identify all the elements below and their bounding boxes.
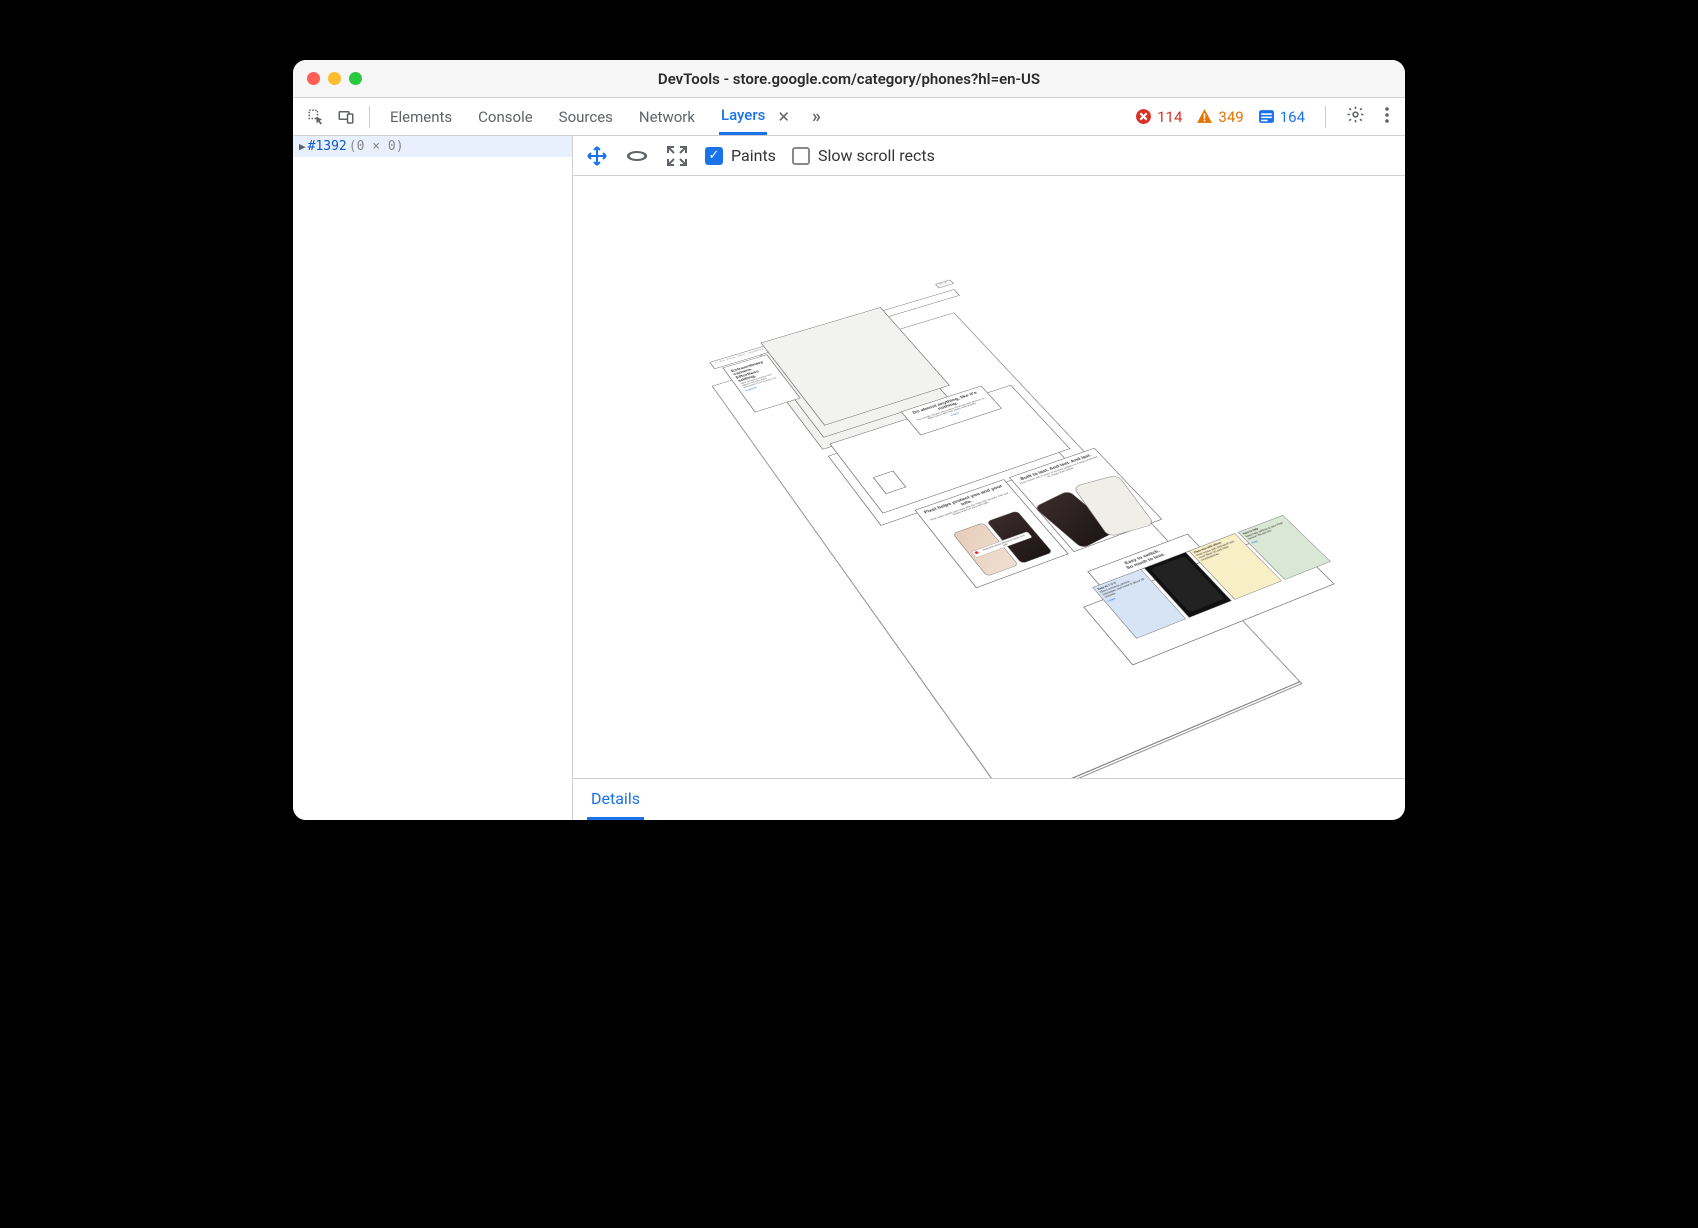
toolbar-divider xyxy=(1325,106,1326,128)
paints-label: Paints xyxy=(731,146,776,165)
tab-network[interactable]: Network xyxy=(637,100,697,134)
pan-mode-icon[interactable] xyxy=(585,144,609,168)
device-toolbar-icon[interactable] xyxy=(333,104,359,130)
main-toolbar: Elements Console Sources Network Layers … xyxy=(293,98,1405,136)
devtools-window: DevTools - store.google.com/category/pho… xyxy=(293,60,1405,820)
inspect-element-icon[interactable] xyxy=(303,104,329,130)
titlebar: DevTools - store.google.com/category/pho… xyxy=(293,60,1405,98)
more-options-icon[interactable] xyxy=(1379,106,1395,128)
warning-icon xyxy=(1196,108,1213,125)
details-pane: Details xyxy=(573,778,1405,820)
more-tabs-icon[interactable]: » xyxy=(812,106,821,127)
panel-body: ▶ #1392 (0 × 0) ✓ Paints xyxy=(293,136,1405,820)
tab-sources[interactable]: Sources xyxy=(557,100,615,134)
layers-scene: G Shop Phones Watch Subscriptions Explor… xyxy=(701,284,1405,778)
layers-main-pane: ✓ Paints Slow scroll rects G Shop Phones… xyxy=(573,136,1405,820)
zoom-window-button[interactable] xyxy=(349,72,362,85)
panel-tabs: Elements Console Sources Network Layers … xyxy=(388,98,821,135)
checkbox-unchecked-icon xyxy=(792,147,810,165)
window-controls xyxy=(307,72,362,85)
warning-count-value: 349 xyxy=(1218,108,1243,126)
layers-view-toolbar: ✓ Paints Slow scroll rects xyxy=(573,136,1405,176)
error-count-value: 114 xyxy=(1157,108,1182,126)
warning-count[interactable]: 349 xyxy=(1196,108,1243,126)
issues-icon xyxy=(1258,108,1275,125)
tab-console[interactable]: Console xyxy=(476,100,535,134)
details-tab[interactable]: Details xyxy=(587,780,644,820)
checkbox-checked-icon: ✓ xyxy=(705,147,723,165)
layer-id: #1392 xyxy=(308,139,347,154)
alert-dot-icon xyxy=(974,551,979,555)
navbar-icon-layer[interactable]: 🔍 🛒 xyxy=(935,280,953,288)
settings-icon[interactable] xyxy=(1346,105,1365,128)
layer-dimensions: (0 × 0) xyxy=(349,139,404,154)
paints-checkbox[interactable]: ✓ Paints xyxy=(705,146,776,165)
issues-count-value: 164 xyxy=(1280,108,1305,126)
slow-scroll-label: Slow scroll rects xyxy=(818,146,935,165)
toolbar-status: 114 349 164 xyxy=(1135,105,1395,128)
window-title: DevTools - store.google.com/category/pho… xyxy=(293,70,1405,88)
error-count[interactable]: 114 xyxy=(1135,108,1182,126)
rotate-mode-icon[interactable] xyxy=(625,144,649,168)
close-window-button[interactable] xyxy=(307,72,320,85)
tab-layers[interactable]: Layers xyxy=(719,98,767,135)
layers-tree-sidebar[interactable]: ▶ #1392 (0 × 0) xyxy=(293,136,573,820)
issues-count[interactable]: 164 xyxy=(1258,108,1305,126)
toolbar-divider xyxy=(369,106,370,128)
slow-scroll-rects-checkbox[interactable]: Slow scroll rects xyxy=(792,146,935,165)
disclosure-triangle-icon[interactable]: ▶ xyxy=(299,140,306,153)
error-icon xyxy=(1135,108,1152,125)
close-tab-icon[interactable]: ✕ xyxy=(777,108,790,126)
layers-3d-viewport[interactable]: G Shop Phones Watch Subscriptions Explor… xyxy=(573,176,1405,778)
minimize-window-button[interactable] xyxy=(328,72,341,85)
reset-view-icon[interactable] xyxy=(665,144,689,168)
layer-tree-row[interactable]: ▶ #1392 (0 × 0) xyxy=(293,136,572,157)
tab-elements[interactable]: Elements xyxy=(388,100,454,134)
